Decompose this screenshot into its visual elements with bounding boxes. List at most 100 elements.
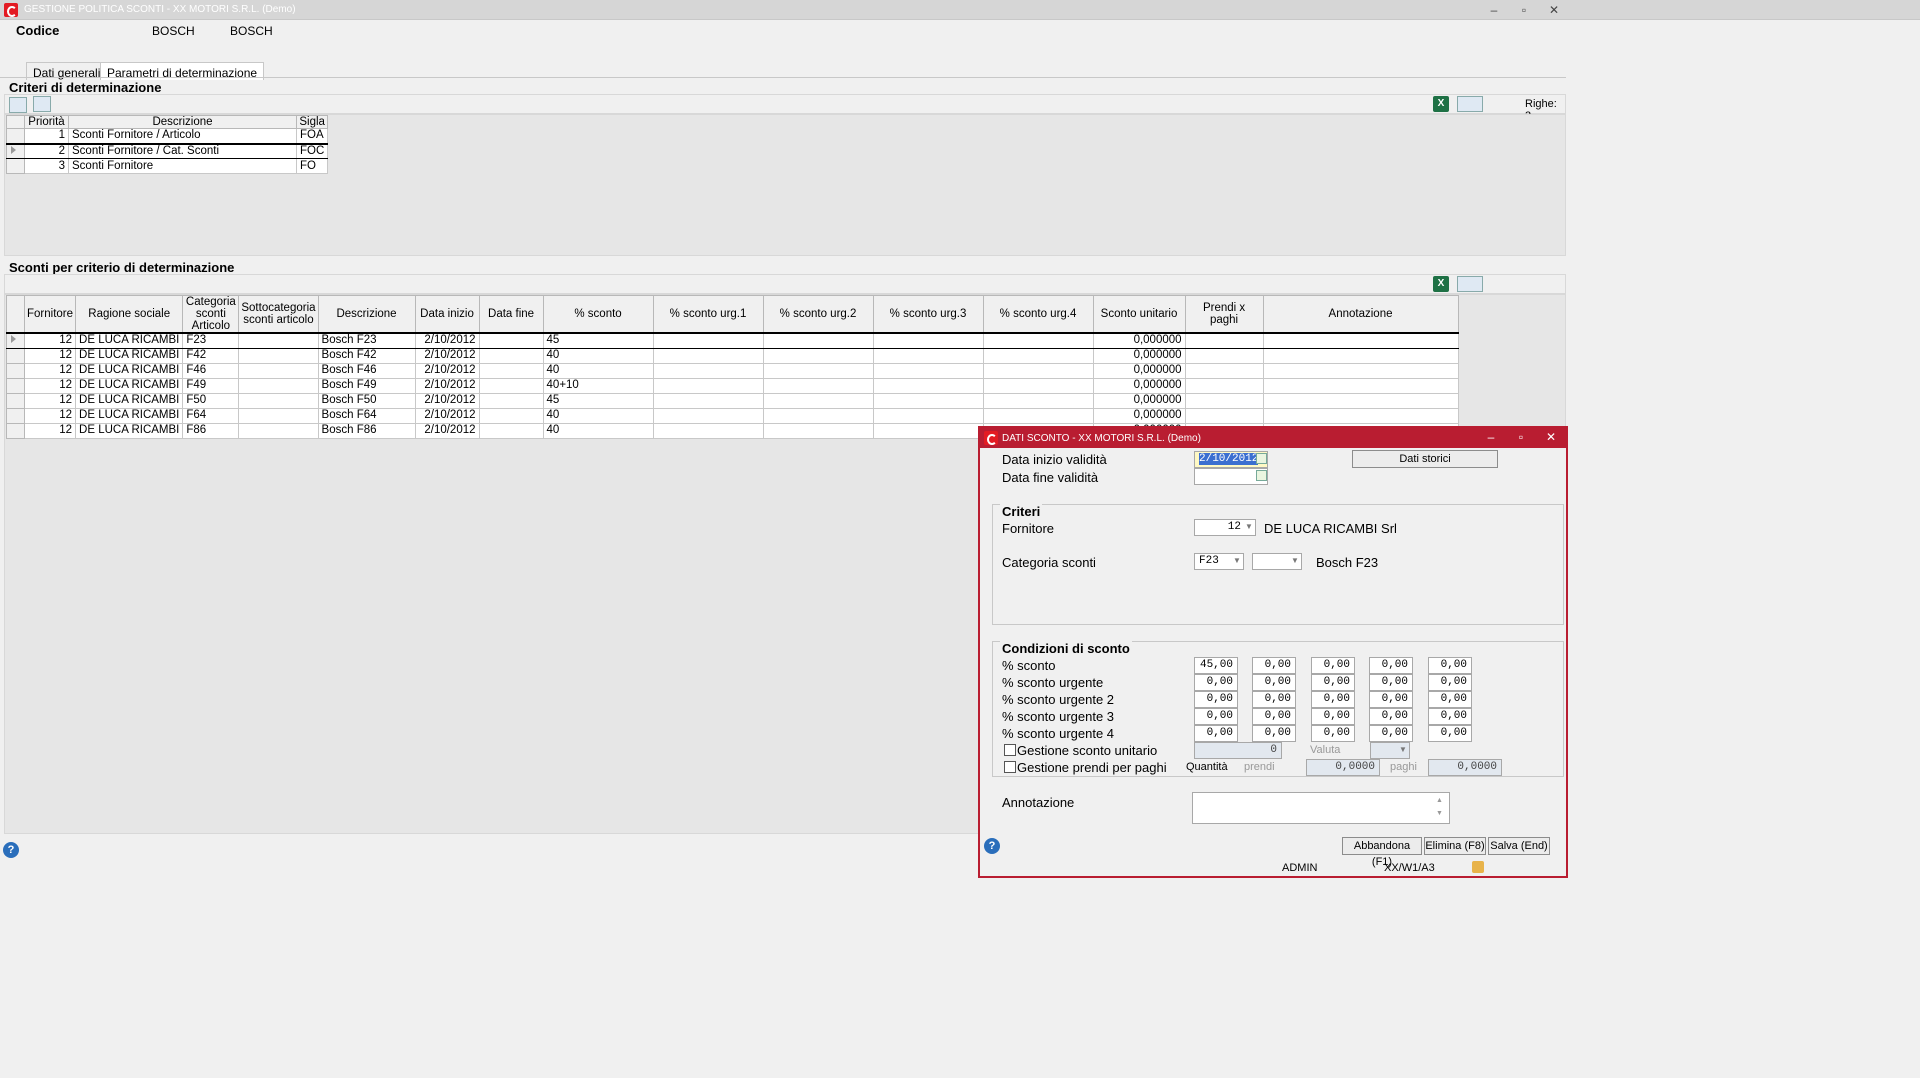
excel-export-icon[interactable]: X [1433,276,1449,292]
condition-input[interactable]: 0,00 [1311,708,1355,725]
cell-category: F46 [182,362,240,379]
condition-input[interactable]: 0,00 [1311,725,1355,742]
columns-menu-icon[interactable] [1457,276,1483,292]
condition-input[interactable]: 0,00 [1311,657,1355,674]
col-note[interactable]: Annotazione [1262,295,1459,334]
cell-subcategory [238,332,319,349]
condition-input[interactable]: 0,00 [1428,691,1472,708]
col-code[interactable]: Sigla [295,115,329,129]
unit-discount-input[interactable]: 0 [1194,742,1282,759]
cell-description: Bosch F42 [317,347,416,364]
table-row[interactable]: 3 Sconti Fornitore FO [6,158,329,174]
chevron-down-icon[interactable]: ▼ [1290,554,1300,568]
cell-discount: 45 [542,332,654,349]
maximize-icon[interactable]: ▫ [1506,430,1536,444]
cell-name: DE LUCA RICAMBI [75,407,184,424]
col-company-name[interactable]: Ragione sociale [75,295,184,334]
cell-subcategory [238,422,319,439]
condition-input[interactable]: 0,00 [1194,674,1238,691]
condition-input[interactable]: 0,00 [1194,708,1238,725]
condition-input[interactable]: 0,00 [1428,708,1472,725]
pay-input[interactable]: 0,0000 [1428,759,1502,776]
condition-input[interactable]: 45,00 [1194,657,1238,674]
minimize-icon[interactable]: – [1479,3,1509,17]
condition-input[interactable]: 0,00 [1369,691,1413,708]
table-row[interactable]: 1 Sconti Fornitore / Articolo FOA [6,128,329,144]
chevron-down-icon[interactable]: ▼ [1398,743,1408,757]
help-icon[interactable]: ? [3,842,19,858]
table-row[interactable]: 12 DE LUCA RICAMBI F49 Bosch F49 2/10/2012 40… [6,377,1459,394]
close-icon[interactable]: ✕ [1536,430,1566,444]
cell-note [1262,332,1459,349]
condition-input[interactable]: 0,00 [1369,657,1413,674]
grid-view-icon[interactable] [9,97,27,113]
condition-input[interactable]: 0,00 [1194,725,1238,742]
condition-input[interactable]: 0,00 [1428,657,1472,674]
col-description[interactable]: Descrizione [68,115,297,129]
excel-export-icon[interactable]: X [1433,96,1449,112]
condition-input[interactable]: 0,00 [1252,674,1296,691]
col-supplier[interactable]: Fornitore [23,295,77,334]
col-end-date[interactable]: Data fine [478,295,544,334]
history-button[interactable]: Dati storici [1352,450,1498,468]
supplier-name: DE LUCA RICAMBI Srl [1264,521,1397,536]
take-pay-checkbox[interactable] [1004,761,1016,773]
take-input[interactable]: 0,0000 [1306,759,1380,776]
col-take-pay[interactable]: Prendi x paghi [1184,295,1264,334]
condition-input[interactable]: 0,00 [1194,691,1238,708]
condition-input[interactable]: 0,00 [1252,657,1296,674]
col-discount-urg1[interactable]: % sconto urg.1 [652,295,764,334]
cell-u2 [762,392,874,409]
col-start-date[interactable]: Data inizio [414,295,480,334]
condition-input[interactable]: 0,00 [1252,708,1296,725]
delete-button[interactable]: Elimina (F8) [1424,837,1486,855]
condition-input[interactable]: 0,00 [1369,725,1413,742]
col-discount-urg2[interactable]: % sconto urg.2 [762,295,874,334]
chevron-down-icon[interactable]: ▼ [1232,554,1242,568]
col-discount-urg3[interactable]: % sconto urg.3 [872,295,984,334]
columns-menu-icon[interactable] [1457,96,1483,112]
condition-input[interactable]: 0,00 [1428,674,1472,691]
col-unit-discount[interactable]: Sconto unitario [1092,295,1186,334]
condition-input[interactable]: 0,00 [1428,725,1472,742]
calendar-icon[interactable] [1256,453,1267,464]
criteria-grid-panel: Priorità Descrizione Sigla 1 Sconti Forn… [4,114,1566,256]
condition-input[interactable]: 0,00 [1369,708,1413,725]
table-row[interactable]: 2 Sconti Fornitore / Cat. Sconti FOC [6,142,329,159]
col-priority[interactable]: Priorità [24,115,69,129]
cell-u4 [982,392,1094,409]
cancel-button[interactable]: Abbandona (F1) [1342,837,1422,868]
col-description[interactable]: Descrizione [317,295,416,334]
condition-input[interactable]: 0,00 [1252,691,1296,708]
table-row[interactable]: 12 DE LUCA RICAMBI F46 Bosch F46 2/10/2012 40… [6,362,1459,379]
condition-input[interactable]: 0,00 [1311,691,1355,708]
scroll-arrows-icon[interactable]: ▲ ▼ [1436,794,1443,820]
save-button[interactable]: Salva (End) [1488,837,1550,855]
note-textarea[interactable] [1192,792,1450,824]
document-icon[interactable] [33,96,51,112]
col-category[interactable]: Categoria sconti Articolo [182,295,240,334]
unit-discount-checkbox[interactable] [1004,744,1016,756]
edit-icon[interactable] [1472,861,1484,873]
restore-icon[interactable]: ▫ [1509,3,1539,17]
col-discount[interactable]: % sconto [542,295,654,334]
condition-input[interactable]: 0,00 [1311,674,1355,691]
cell-end [478,407,544,424]
calendar-icon[interactable] [1256,470,1267,481]
cell-take_pay [1184,332,1264,349]
condition-input[interactable]: 0,00 [1252,725,1296,742]
table-row[interactable]: 12 DE LUCA RICAMBI F64 Bosch F64 2/10/2012 40… [6,407,1459,424]
take-pay-label: Gestione prendi per paghi [1017,760,1167,775]
col-subcategory[interactable]: Sottocategoria sconti articolo [238,295,319,334]
col-discount-urg4[interactable]: % sconto urg.4 [982,295,1094,334]
condition-input[interactable]: 0,00 [1369,674,1413,691]
criteria-table: Priorità Descrizione Sigla 1 Sconti Forn… [6,115,329,174]
close-icon[interactable]: ✕ [1539,3,1569,17]
minimize-icon[interactable]: – [1476,430,1506,444]
help-icon[interactable]: ? [984,838,1000,854]
table-row[interactable]: 12 DE LUCA RICAMBI F23 Bosch F23 2/10/2012 45… [6,332,1459,349]
table-row[interactable]: 12 DE LUCA RICAMBI F42 Bosch F42 2/10/2012 40… [6,347,1459,364]
table-row[interactable]: 12 DE LUCA RICAMBI F50 Bosch F50 2/10/2012 45… [6,392,1459,409]
chevron-down-icon[interactable]: ▼ [1244,520,1254,534]
cell-u1 [652,377,764,394]
